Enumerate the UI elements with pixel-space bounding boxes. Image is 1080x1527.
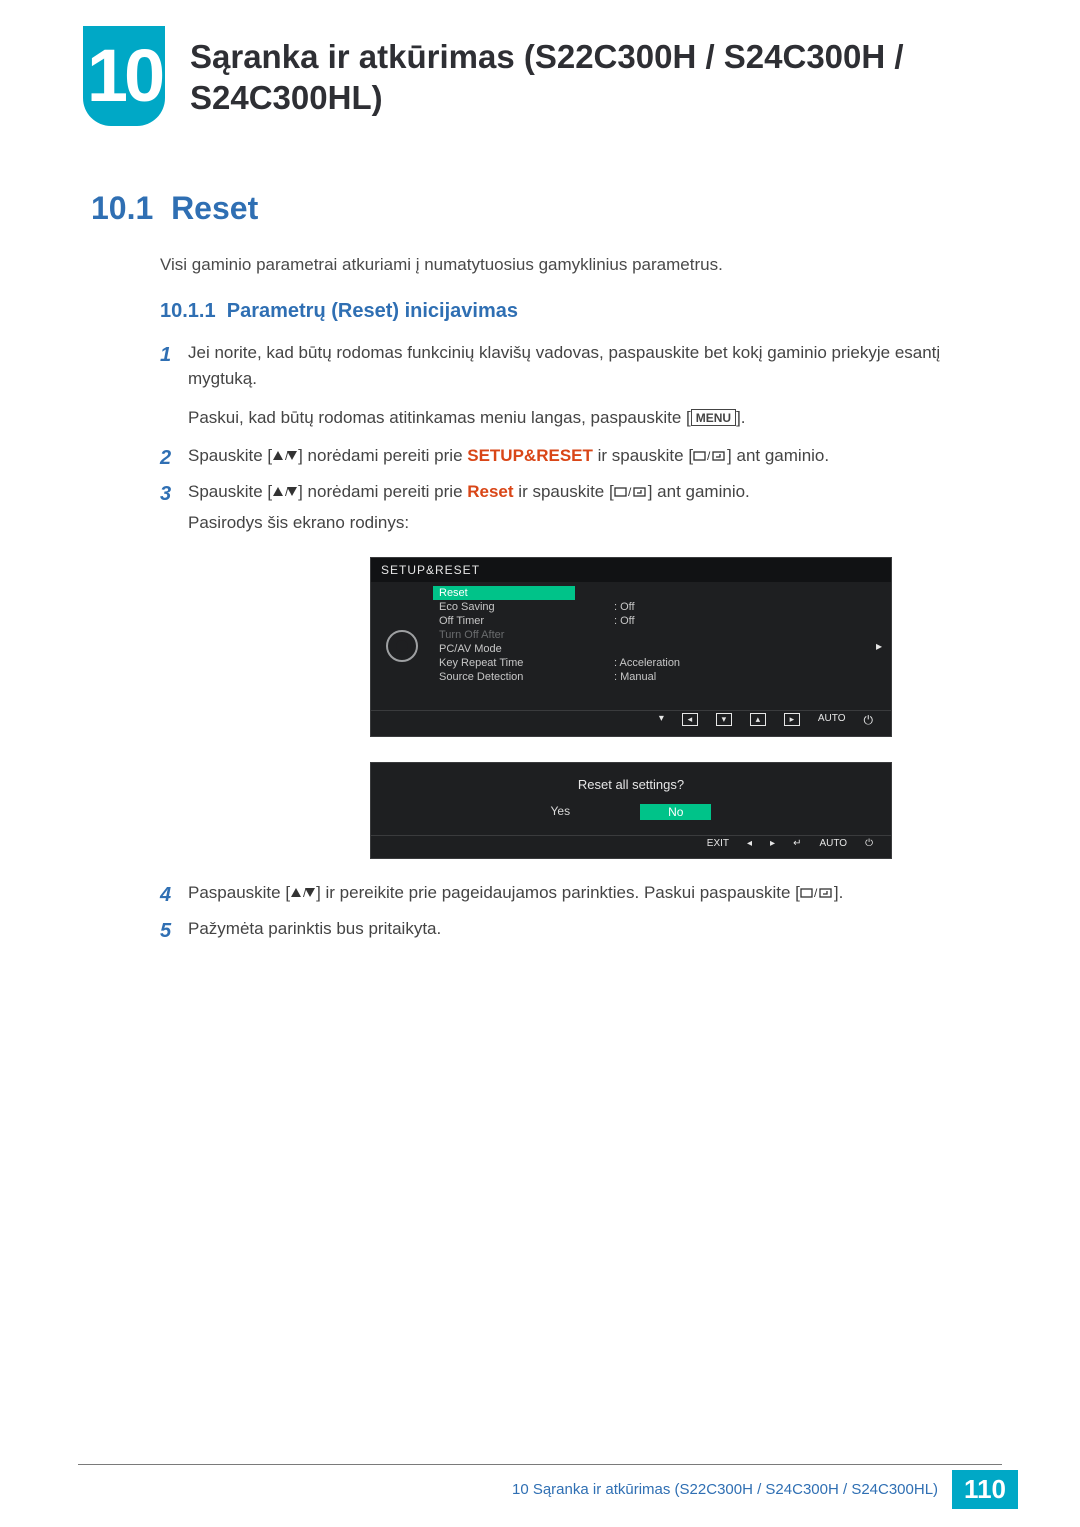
- steps-list: 1 Jei norite, kad būtų rodomas funkcinių…: [160, 340, 998, 542]
- nav-down-icon[interactable]: ▾: [716, 713, 732, 726]
- osd-item-reset[interactable]: Reset: [433, 586, 575, 600]
- step-1: 1 Jei norite, kad būtų rodomas funkcinių…: [160, 340, 998, 431]
- svg-text:/: /: [707, 450, 711, 462]
- nav-auto-label[interactable]: AUTO: [818, 713, 846, 733]
- svg-text:/: /: [628, 486, 632, 498]
- footer-rule: [78, 1464, 1002, 1465]
- osd-setup-reset-menu: SETUP&RESET Reset Eco Saving Off Timer T…: [370, 557, 892, 737]
- section-description: Visi gaminio parametrai atkuriami į numa…: [160, 255, 723, 275]
- subsection-number: 10.1.1: [160, 300, 216, 322]
- nav-right-icon[interactable]: ▸: [770, 838, 775, 858]
- step5-text: Pažymėta parinktis bus pritaikyta.: [188, 919, 441, 938]
- setup-reset-label: SETUP&RESET: [467, 446, 593, 465]
- page-footer: 10 Sąranka ir atkūrimas (S22C300H / S24C…: [0, 1470, 1080, 1509]
- osd-item-off-timer[interactable]: Off Timer: [433, 614, 608, 628]
- nav-left-icon[interactable]: ◂: [682, 713, 698, 726]
- source-enter-icon: /: [693, 450, 727, 462]
- step3-tail: Pasirodys šis ekrano rodinys:: [188, 513, 409, 532]
- source-enter-icon: /: [614, 486, 648, 498]
- source-enter-icon: /: [800, 887, 834, 899]
- submenu-arrow-icon: ▸: [867, 582, 891, 710]
- steps-list-2: 4 Paspauskite [/] ir pereikite prie page…: [160, 880, 998, 952]
- step1b-post: ].: [736, 408, 745, 427]
- osd-item-turn-off-after: Turn Off After: [433, 628, 608, 642]
- power-icon[interactable]: ⏻: [864, 713, 874, 733]
- subsection-title: Parametrų (Reset) inicijavimas: [227, 300, 518, 322]
- up-down-icon: /: [290, 887, 316, 899]
- chapter-number: 10: [83, 26, 165, 126]
- gear-icon: [386, 630, 418, 662]
- section-title: Reset: [171, 190, 258, 226]
- section-number: 10.1: [91, 190, 153, 226]
- section-heading: 10.1 Reset: [91, 190, 258, 227]
- up-down-icon: /: [272, 486, 298, 498]
- step-2: 2 Spauskite [/] norėdami pereiti prie SE…: [160, 443, 998, 473]
- osd-item-key-repeat-time[interactable]: Key Repeat Time: [433, 656, 608, 670]
- nav-exit-label[interactable]: EXIT: [707, 838, 729, 858]
- nav-left-icon[interactable]: ◂: [747, 838, 752, 858]
- svg-text:/: /: [814, 887, 818, 899]
- nav-auto-label[interactable]: AUTO: [819, 838, 847, 858]
- page-number: 110: [952, 1470, 1018, 1509]
- osd-value-off-timer: Off: [608, 614, 867, 628]
- osd-value-eco-saving: Off: [608, 600, 867, 614]
- chapter-badge: 10: [83, 26, 165, 126]
- nav-enter-icon[interactable]: ↵: [793, 838, 801, 858]
- step1-text: Jei norite, kad būtų rodomas funkcinių k…: [188, 343, 940, 388]
- osd-item-eco-saving[interactable]: Eco Saving: [433, 600, 608, 614]
- osd-title: SETUP&RESET: [371, 558, 891, 582]
- osd-item-source-detection[interactable]: Source Detection: [433, 670, 608, 684]
- confirm-no-option[interactable]: No: [640, 804, 711, 820]
- osd-confirm-dialog: Reset all settings? Yes No EXIT ◂ ▸ ↵ AU…: [370, 762, 892, 859]
- subsection-heading: 10.1.1 Parametrų (Reset) inicijavimas: [160, 300, 518, 323]
- menu-button-icon: MENU: [691, 409, 736, 426]
- confirm-yes-option[interactable]: Yes: [551, 804, 571, 820]
- step1b-pre: Paskui, kad būtų rodomas atitinkamas men…: [188, 408, 691, 427]
- osd-value-source-detection: Manual: [608, 670, 867, 684]
- step-4: 4 Paspauskite [/] ir pereikite prie page…: [160, 880, 998, 910]
- chapter-title: Sąranka ir atkūrimas (S22C300H / S24C300…: [190, 36, 1010, 119]
- osd-value-key-repeat-time: Acceleration: [608, 656, 867, 670]
- nav-up-icon[interactable]: ▴: [750, 713, 766, 726]
- osd-nav-bar: ▾ ◂ ▾ ▴ ▸ AUTO ⏻: [371, 710, 891, 733]
- confirm-question: Reset all settings?: [371, 763, 891, 792]
- osd-item-pc-av-mode[interactable]: PC/AV Mode: [433, 642, 608, 656]
- nav-right-icon[interactable]: ▸: [784, 713, 800, 726]
- step-3: 3 Spauskite [/] norėdami pereiti prie Re…: [160, 479, 998, 536]
- step-5: 5 Pažymėta parinktis bus pritaikyta.: [160, 916, 998, 946]
- footer-breadcrumb: 10 Sąranka ir atkūrimas (S22C300H / S24C…: [512, 1481, 938, 1498]
- up-down-icon: /: [272, 450, 298, 462]
- reset-label: Reset: [467, 482, 513, 501]
- confirm-nav-bar: EXIT ◂ ▸ ↵ AUTO ⏻: [371, 835, 891, 858]
- manual-page: 10 Sąranka ir atkūrimas (S22C300H / S24C…: [0, 0, 1080, 1527]
- power-icon[interactable]: ⏻: [865, 838, 873, 858]
